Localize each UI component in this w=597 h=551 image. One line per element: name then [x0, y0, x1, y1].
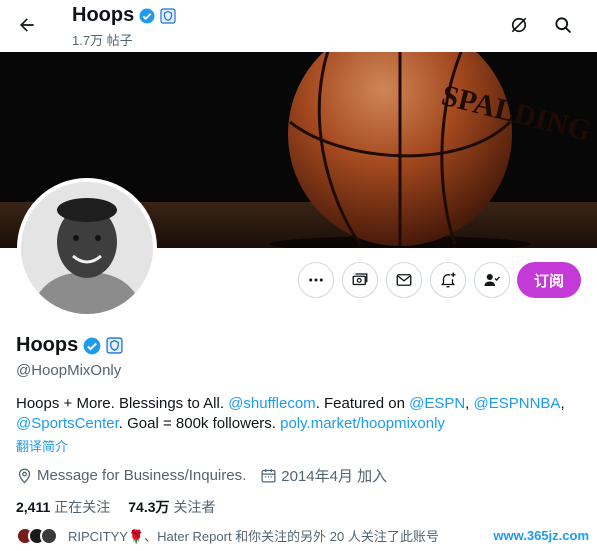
bell-plus-icon: [441, 272, 456, 288]
profile-avatar[interactable]: [17, 178, 157, 318]
search-icon: [555, 17, 572, 34]
affiliate-badge-icon: [106, 337, 123, 354]
mention-link[interactable]: @shufflecom: [228, 395, 316, 412]
follower-avatar: [40, 526, 58, 545]
verified-badge-icon: [83, 337, 101, 354]
location-pin-icon: [18, 468, 31, 484]
followed-by-row[interactable]: RIPCITYY🌹、Hater Report 和你关注的另外 20 人关注了此账…: [16, 526, 439, 545]
translate-bio-link[interactable]: 翻译简介: [16, 436, 68, 455]
affiliate-badge-icon: [160, 7, 176, 24]
top-bar: Hoops 1.7万 帖子: [0, 0, 597, 52]
subscribe-button[interactable]: 订阅: [517, 262, 581, 298]
profile-bio: Hoops + More. Blessings to All. @shuffle…: [16, 394, 576, 434]
header-title: Hoops: [72, 4, 135, 26]
mention-link[interactable]: @ESPN: [409, 395, 465, 412]
post-count: 1.7万 帖子: [72, 33, 133, 48]
bio-url-link[interactable]: poly.market/hoopmixonly: [280, 415, 445, 432]
user-check-icon: [484, 274, 500, 286]
bio-text: Hoops + More. Blessings to All.: [16, 395, 229, 412]
followers-label[interactable]: 关注者: [174, 497, 216, 517]
grok-icon: [511, 17, 527, 33]
more-icon: [309, 278, 323, 282]
search-button[interactable]: [546, 8, 580, 42]
bio-text: . Featured on: [315, 395, 410, 412]
followed-by-text: RIPCITYY🌹、Hater Report 和你关注的另外 20 人关注了此账…: [68, 529, 439, 544]
envelope-icon: [396, 274, 412, 286]
arrow-left-icon: [20, 18, 34, 32]
site-watermark: www.365jz.com: [493, 528, 589, 543]
mention-link[interactable]: @SportsCenter: [16, 415, 119, 432]
back-button[interactable]: [10, 8, 44, 42]
money-icon: [352, 273, 368, 286]
followers-count[interactable]: 74.3万: [128, 497, 169, 517]
follow-toggle-button[interactable]: [474, 262, 510, 298]
profile-location: Message for Business/Inquires.: [37, 467, 247, 484]
profile-handle: @HoopMixOnly: [16, 362, 122, 379]
following-count[interactable]: 2,411: [16, 499, 50, 515]
avatar-photo: [21, 182, 153, 314]
grok-button[interactable]: [502, 8, 536, 42]
tip-button[interactable]: [342, 262, 378, 298]
profile-name: Hoops: [16, 334, 79, 356]
profile-joined-date: 2014年4月 加入: [281, 468, 388, 485]
bio-text: . Goal = 800k followers.: [118, 415, 281, 432]
bio-text: ,: [465, 395, 474, 412]
calendar-icon: [261, 469, 276, 483]
verified-badge-icon: [139, 8, 155, 23]
notify-button[interactable]: [430, 262, 466, 298]
bio-text: ,: [560, 395, 565, 412]
message-button[interactable]: [386, 262, 422, 298]
mention-link[interactable]: @ESPNNBA: [474, 395, 561, 412]
more-button[interactable]: [298, 262, 334, 298]
following-label[interactable]: 正在关注: [54, 497, 110, 517]
